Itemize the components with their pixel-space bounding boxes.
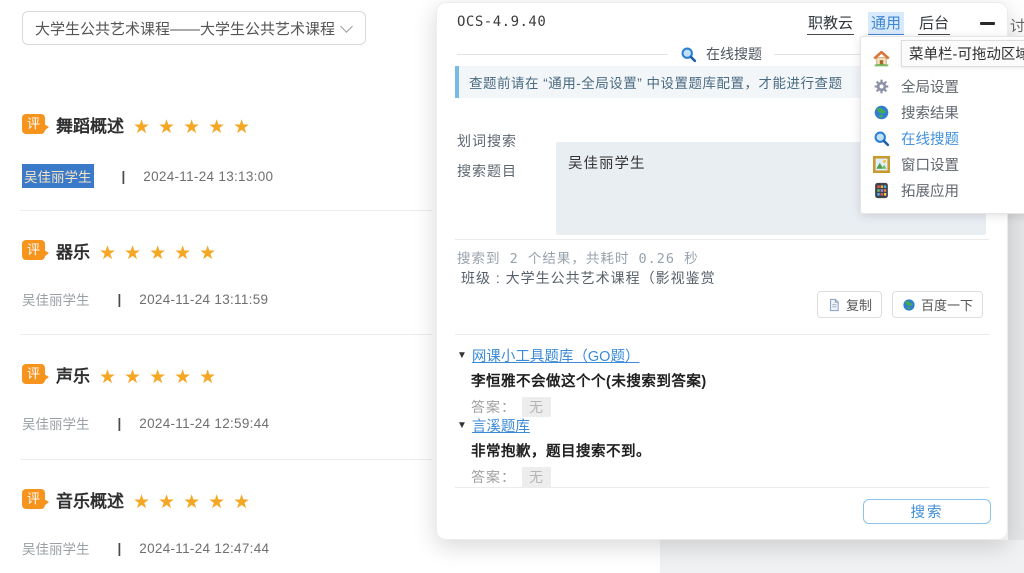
result-content: 李恒雅不会做这个个(未搜索到答案)	[471, 370, 987, 391]
menu-item-search-results[interactable]: 搜索结果	[861, 99, 1024, 125]
review-title: 音乐概述	[56, 487, 124, 512]
review-timestamp: 2024-11-24 12:47:44	[139, 541, 269, 556]
menu-item-label: 搜索结果	[901, 102, 959, 123]
menu-item-label: 窗口设置	[901, 154, 959, 175]
result-item: ▼ 言溪题库 非常抱歉，题目搜索不到。 答案： 无	[457, 415, 987, 487]
student-name: 吴佳丽学生	[22, 289, 90, 309]
tab-zhijiaoyun[interactable]: 职教云	[807, 12, 854, 35]
divider	[20, 334, 432, 335]
answer-value: 无	[522, 467, 551, 487]
tab-general[interactable]: 通用	[868, 12, 904, 35]
student-name-selected: 吴佳丽学生	[22, 164, 94, 188]
copy-button-label: 复制	[846, 295, 872, 314]
star-rating-icon: ★★★★★	[133, 493, 258, 512]
review-badge: 评	[22, 240, 45, 260]
review-timestamp: 2024-11-24 13:13:00	[143, 169, 273, 184]
menu-item-global-settings[interactable]: 全局设置	[861, 73, 1024, 99]
gear-icon	[873, 78, 890, 95]
picture-icon	[873, 156, 890, 173]
divider	[20, 459, 432, 460]
menu-item-label: 在线搜题	[901, 128, 959, 149]
globe-icon	[902, 298, 916, 312]
divider	[455, 334, 989, 335]
class-info: 班级 : 大学生公共艺术课程（影视鉴赏	[461, 268, 716, 288]
collapse-triangle-icon[interactable]: ▼	[457, 350, 467, 361]
star-rating-icon: ★★★★★	[99, 368, 224, 387]
review-item: 评 器乐 ★★★★★ 吴佳丽学生 | 2024-11-24 13:11:59	[22, 238, 422, 263]
menu-item-label: 拓展应用	[901, 180, 959, 201]
review-badge: 评	[22, 364, 45, 384]
course-select-value: 大学生公共艺术课程——大学生公共艺术课程	[35, 18, 336, 39]
review-title: 声乐	[56, 362, 90, 387]
review-title: 舞蹈概述	[56, 112, 124, 137]
answer-label: 答案：	[471, 397, 516, 417]
menu-item-extensions[interactable]: 拓展应用	[861, 177, 1024, 203]
drag-region-label[interactable]: 菜单栏-可拖动区域	[901, 40, 1024, 67]
menu-item-window-settings[interactable]: 窗口设置	[861, 151, 1024, 177]
answer-label: 答案：	[471, 467, 516, 487]
star-rating-icon: ★★★★★	[99, 244, 224, 263]
minimize-button[interactable]	[980, 16, 995, 32]
highlight-search-label: 划词搜索	[457, 131, 517, 151]
panel-tabs: 职教云 通用 后台	[807, 12, 995, 35]
meta-separator: |	[118, 541, 122, 556]
globe-icon	[873, 104, 890, 121]
house-icon	[873, 50, 890, 67]
minus-icon	[980, 22, 995, 25]
review-item: 评 音乐概述 ★★★★★ 吴佳丽学生 | 2024-11-24 12:47:44	[22, 487, 422, 512]
review-badge: 评	[22, 489, 45, 509]
meta-separator: |	[118, 292, 122, 307]
search-button[interactable]: 搜索	[863, 499, 991, 524]
copy-button[interactable]: 复制	[817, 291, 882, 318]
search-stats: 搜索到 2 个结果，共耗时 0.26 秒	[457, 247, 699, 267]
review-item: 评 声乐 ★★★★★ 吴佳丽学生 | 2024-11-24 12:59:44	[22, 362, 422, 387]
menu-item-online-search[interactable]: 在线搜题	[861, 125, 1024, 151]
student-name: 吴佳丽学生	[22, 413, 90, 433]
apps-grid-icon	[873, 182, 890, 199]
collapse-triangle-icon[interactable]: ▼	[457, 420, 467, 431]
question-bank-link[interactable]: 网课小工具题库（GO题）	[472, 345, 640, 366]
meta-separator: |	[118, 416, 122, 431]
course-select[interactable]: 大学生公共艺术课程——大学生公共艺术课程	[22, 11, 366, 45]
review-badge: 评	[22, 114, 45, 134]
answer-value: 无	[522, 397, 551, 417]
review-title: 器乐	[56, 238, 90, 263]
dropdown-menu: 菜单栏-可拖动区域 全局设置 搜索结果 在线搜题	[860, 36, 1024, 214]
menu-item-label: 全局设置	[901, 76, 959, 97]
divider	[20, 210, 432, 211]
background-tab[interactable]: 讨	[1010, 15, 1024, 36]
question-bank-link[interactable]: 言溪题库	[472, 415, 530, 436]
star-rating-icon: ★★★★★	[133, 118, 258, 137]
result-item: ▼ 网课小工具题库（GO题） 李恒雅不会做这个个(未搜索到答案) 答案： 无	[457, 345, 987, 417]
tab-backend[interactable]: 后台	[918, 12, 950, 35]
search-icon	[680, 46, 697, 63]
review-timestamp: 2024-11-24 13:11:59	[139, 292, 268, 307]
panel-title: OCS-4.9.40	[457, 14, 546, 30]
document-icon	[827, 298, 841, 312]
review-timestamp: 2024-11-24 12:59:44	[139, 416, 269, 431]
student-name: 吴佳丽学生	[22, 538, 90, 558]
meta-separator: |	[122, 169, 126, 184]
divider	[455, 487, 989, 488]
section-header-label: 在线搜题	[706, 44, 762, 64]
menu-item-drag-handle[interactable]: 菜单栏-可拖动区域	[861, 43, 1024, 73]
divider	[455, 239, 989, 240]
review-item: 评 舞蹈概述 ★★★★★ 吴佳丽学生 | 2024-11-24 13:13:00	[22, 112, 422, 137]
page-background-region	[660, 540, 1024, 573]
result-actions: 复制 百度一下	[817, 291, 983, 318]
search-question-label: 搜索题目	[457, 161, 517, 181]
search-icon	[873, 130, 890, 147]
baidu-button-label: 百度一下	[921, 295, 973, 314]
chevron-down-icon	[340, 20, 353, 33]
baidu-search-button[interactable]: 百度一下	[892, 291, 983, 318]
result-content: 非常抱歉，题目搜索不到。	[471, 440, 987, 461]
